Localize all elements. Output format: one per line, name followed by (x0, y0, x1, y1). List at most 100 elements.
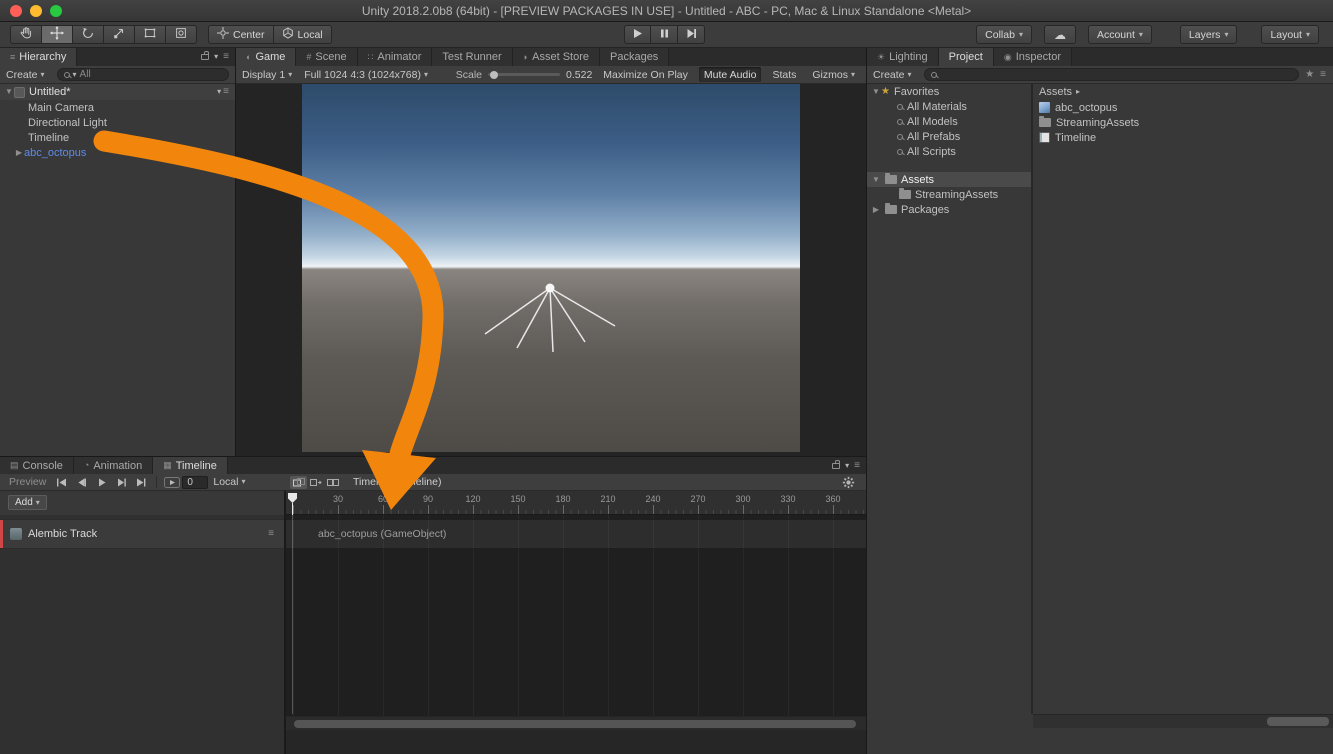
previous-frame-button[interactable] (71, 475, 91, 490)
favorite-all-scripts[interactable]: All Scripts (867, 144, 1031, 159)
rotation-mode-button[interactable]: Local (274, 25, 332, 44)
project-search-input[interactable] (924, 68, 1300, 81)
favorite-all-prefabs[interactable]: All Prefabs (867, 129, 1031, 144)
scene-menu-icon[interactable]: ≡ (223, 87, 229, 97)
asset-item-abc-octopus[interactable]: abc_octopus (1033, 100, 1333, 115)
tab-scene[interactable]: #Scene (296, 48, 357, 66)
timeline-splitter[interactable] (284, 491, 286, 754)
tab-project[interactable]: Project (939, 48, 994, 66)
tab-hierarchy[interactable]: ≡ Hierarchy (0, 48, 77, 66)
ripple-mode-button[interactable] (307, 476, 324, 489)
rect-tool-button[interactable] (135, 25, 166, 44)
favorite-all-materials[interactable]: All Materials (867, 99, 1031, 114)
favorites-header[interactable]: ▼ ★ Favorites (867, 84, 1031, 99)
preview-toggle[interactable]: Preview (4, 475, 51, 490)
tab-asset-store[interactable]: ◗Asset Store (513, 48, 600, 66)
layers-dropdown[interactable]: Layers▾ (1180, 25, 1238, 44)
time-reference-dropdown[interactable]: Local ▾ (208, 475, 250, 490)
hand-tool-button[interactable] (10, 25, 42, 44)
replace-mode-button[interactable] (324, 476, 341, 489)
folder-streamingassets[interactable]: StreamingAssets (867, 187, 1031, 202)
project-hscrollbar[interactable] (1033, 714, 1333, 728)
step-button[interactable] (678, 25, 705, 44)
chevron-down-icon[interactable]: ▾ (217, 88, 221, 96)
aspect-ratio-dropdown[interactable]: Full 1024 4:3 (1024x768) ▾ (298, 66, 434, 83)
asset-item-streamingassets[interactable]: StreamingAssets (1033, 115, 1333, 130)
tab-packages[interactable]: Packages (600, 48, 669, 66)
transform-tool-button[interactable] (166, 25, 197, 44)
timeline-ruler[interactable]: 30 60 90 120 150 180 210 240 270 300 330… (286, 491, 866, 515)
lock-icon[interactable] (832, 463, 840, 469)
lock-icon[interactable] (201, 54, 209, 60)
saved-search-star-icon[interactable]: ★ (1305, 70, 1314, 80)
tab-lighting[interactable]: ☀Lighting (867, 48, 939, 66)
panel-menu-icon[interactable]: ≡ (223, 52, 229, 62)
track-menu-icon[interactable]: ≡ (268, 529, 274, 539)
timeline-asset-name[interactable]: Timeline (Timeline) (353, 476, 442, 488)
play-button[interactable] (624, 25, 651, 44)
favorite-all-models[interactable]: All Models (867, 114, 1031, 129)
hierarchy-item-abc-octopus[interactable]: ▶ abc_octopus (0, 145, 235, 160)
disclosure-open-icon[interactable]: ▼ (871, 88, 881, 96)
hierarchy-search-input[interactable]: ▾ All (57, 68, 229, 81)
timeline-hscrollbar[interactable] (286, 717, 866, 730)
folder-packages[interactable]: ▶ Packages (867, 202, 1031, 217)
panel-menu-icon[interactable]: ≡ (1320, 70, 1326, 80)
hierarchy-item-timeline[interactable]: Timeline (0, 130, 235, 145)
create-dropdown[interactable]: Create ▾ (867, 66, 918, 83)
chevron-down-icon[interactable]: ▾ (845, 462, 849, 470)
tab-test-runner[interactable]: Test Runner (432, 48, 512, 66)
hierarchy-item-directional-light[interactable]: Directional Light (0, 115, 235, 130)
disclosure-closed-icon[interactable]: ▶ (871, 206, 881, 214)
maximize-on-play-button[interactable]: Maximize On Play (598, 67, 693, 82)
tab-animation[interactable]: ◔Animation (74, 457, 153, 474)
tab-animator[interactable]: ∷Animator (358, 48, 433, 66)
disclosure-closed-icon[interactable]: ▶ (14, 149, 24, 157)
asset-item-timeline[interactable]: Timeline (1033, 130, 1333, 145)
gizmos-dropdown[interactable]: Gizmos ▾ (807, 67, 860, 82)
hierarchy-item-main-camera[interactable]: Main Camera (0, 100, 235, 115)
settings-gear-icon[interactable] (838, 475, 858, 490)
next-frame-button[interactable] (111, 475, 131, 490)
create-dropdown[interactable]: Create ▾ (0, 66, 51, 83)
breadcrumb[interactable]: Assets ▸ (1033, 84, 1333, 100)
goto-start-button[interactable] (51, 475, 71, 490)
collab-dropdown[interactable]: Collab▾ (976, 25, 1032, 44)
scale-slider[interactable] (488, 73, 560, 76)
pause-button[interactable] (651, 25, 678, 44)
rotate-tool-button[interactable] (73, 25, 104, 44)
scrollbar-thumb[interactable] (1267, 717, 1329, 726)
frame-field[interactable]: 0 (182, 476, 208, 489)
layout-dropdown[interactable]: Layout▾ (1261, 25, 1319, 44)
chevron-down-icon[interactable]: ▾ (214, 53, 218, 61)
goto-end-button[interactable] (131, 475, 151, 490)
account-dropdown[interactable]: Account▾ (1088, 25, 1152, 44)
folder-assets[interactable]: ▼ Assets (867, 172, 1031, 187)
disclosure-open-icon[interactable]: ▼ (4, 88, 14, 96)
panel-menu-icon[interactable]: ≡ (854, 461, 860, 471)
timeline-play-button[interactable] (91, 475, 111, 490)
cloud-services-button[interactable]: ☁ (1044, 25, 1076, 44)
scene-header-row[interactable]: ▼ Untitled* ▾ ≡ (0, 84, 235, 100)
scrollbar-thumb[interactable] (294, 720, 856, 728)
track-lane-alembic[interactable]: abc_octopus (GameObject) (286, 519, 866, 549)
scale-tool-button[interactable] (104, 25, 135, 44)
display-dropdown[interactable]: Display 1 ▾ (236, 66, 298, 83)
tab-game[interactable]: ◐Game (236, 48, 296, 66)
pivot-mode-button[interactable]: Center (208, 25, 274, 44)
track-row-alembic[interactable]: Alembic Track ≡ (0, 519, 284, 549)
play-range-button[interactable] (162, 475, 182, 490)
add-track-button[interactable]: Add ▾ (8, 495, 47, 510)
stats-button[interactable]: Stats (767, 67, 801, 82)
tab-inspector[interactable]: ◉Inspector (994, 48, 1072, 66)
move-tool-button[interactable] (42, 25, 73, 44)
disclosure-open-icon[interactable]: ▼ (871, 176, 881, 184)
game-view-area[interactable] (236, 84, 866, 456)
tab-console[interactable]: ▤Console (0, 457, 74, 474)
minimize-window-button[interactable] (30, 5, 42, 17)
scale-slider-thumb[interactable] (490, 71, 498, 79)
tab-timeline[interactable]: ▦Timeline (153, 457, 228, 474)
zoom-window-button[interactable] (50, 5, 62, 17)
mute-audio-button[interactable]: Mute Audio (699, 67, 762, 82)
close-window-button[interactable] (10, 5, 22, 17)
